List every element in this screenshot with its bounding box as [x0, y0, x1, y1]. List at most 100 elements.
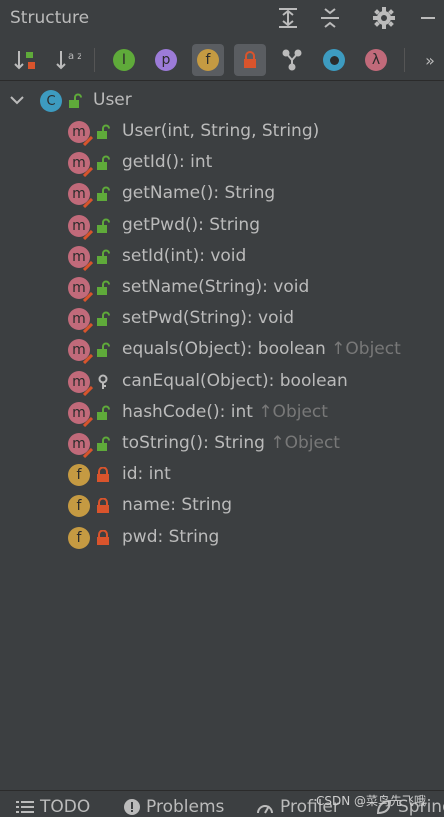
method-icon: m: [68, 308, 93, 334]
expand-all-icon[interactable]: [276, 6, 300, 30]
problems-tab-label: Problems: [146, 797, 225, 817]
method-icon: m: [68, 433, 93, 458]
tree-method-item[interactable]: m setName(String): void: [0, 273, 444, 303]
property-icon: p: [155, 49, 177, 71]
tree-label: setPwd(String): void: [122, 308, 294, 328]
method-icon: m: [68, 339, 93, 365]
public-lock-icon: [97, 186, 110, 202]
todo-tab-label: TODO: [40, 797, 91, 817]
tree-method-item[interactable]: m hashCode(): int ↑Object: [0, 398, 444, 428]
inherited-icon-letter: I: [121, 52, 127, 68]
minimize-icon[interactable]: [416, 6, 440, 30]
field-icon: f: [68, 464, 90, 487]
tree-label-text: pwd: String: [122, 526, 220, 547]
tree-field-item[interactable]: f pwd: String: [0, 523, 444, 553]
show-inherited-button[interactable]: I: [108, 44, 140, 76]
tree-method-item[interactable]: m getPwd(): String: [0, 211, 444, 241]
public-lock-icon: [97, 280, 110, 295]
tree-label-text: getName(): String: [122, 183, 276, 204]
tree-method-item[interactable]: m User(int, String, String): [0, 117, 444, 147]
tree-label-text: getId(): int: [122, 152, 213, 173]
gear-icon[interactable]: [372, 6, 396, 30]
show-hierarchy-button[interactable]: [276, 44, 308, 76]
tree-label: hashCode(): int ↑Object: [122, 402, 328, 422]
chevron-down-icon[interactable]: [8, 91, 26, 109]
field-icon: f: [197, 49, 219, 71]
inherited-from-label: ↑Object: [331, 339, 401, 360]
public-lock-icon: [97, 218, 110, 233]
structure-toolbar: a z I p f λ »: [0, 42, 444, 81]
lambda-icon: λ: [365, 49, 387, 71]
tree-field-item[interactable]: f name: String: [0, 491, 444, 521]
sort-alpha-icon: a z: [56, 51, 81, 70]
sort-by-visibility-button[interactable]: [10, 44, 42, 76]
tree-label-text: setPwd(String): void: [122, 308, 295, 329]
tree-root-user[interactable]: C User: [0, 86, 444, 116]
tree-label: getName(): String: [122, 183, 275, 203]
tree-label: getId(): int: [122, 152, 212, 172]
todo-tab[interactable]: TODO: [16, 797, 90, 817]
collapse-all-icon[interactable]: [318, 6, 342, 30]
tree-label: canEqual(Object): boolean: [122, 371, 348, 391]
tree-label: name: String: [122, 495, 232, 515]
tree-label-text: setId(int): void: [122, 245, 247, 266]
abstract-marker-icon: [83, 229, 93, 240]
anonymous-class-icon: [323, 49, 345, 71]
private-lock-icon: [97, 467, 109, 483]
tree-label-text: hashCode(): int: [122, 401, 253, 422]
class-icon: C: [40, 90, 62, 112]
abstract-marker-icon: [83, 323, 93, 334]
tree-method-item[interactable]: m canEqual(Object): boolean: [0, 367, 444, 397]
show-anonymous-button[interactable]: [318, 44, 350, 76]
tree-method-item[interactable]: m equals(Object): boolean ↑Object: [0, 335, 444, 365]
show-lambdas-button[interactable]: λ: [360, 44, 392, 76]
method-icon: m: [68, 183, 93, 209]
problems-tab[interactable]: Problems: [124, 797, 224, 817]
tree-label: getPwd(): String: [122, 215, 260, 235]
abstract-marker-icon: [83, 385, 93, 396]
field-icon-letter: f: [76, 529, 82, 546]
tree-label-text: setName(String): void: [122, 277, 310, 297]
method-icon: m: [68, 401, 93, 427]
abstract-marker-icon: [83, 292, 93, 302]
toolbar-separator: [94, 48, 95, 72]
tree-method-item[interactable]: m getId(): int: [0, 148, 444, 178]
abstract-marker-icon: [83, 260, 93, 271]
public-lock-icon: [97, 342, 110, 358]
sort-alphabetically-button[interactable]: a z: [52, 44, 84, 76]
abstract-marker-icon: [83, 198, 93, 209]
problems-icon: [124, 799, 140, 815]
tree-label-text: User(int, String, String): [122, 121, 320, 141]
tree-label-text: name: String: [122, 495, 233, 516]
sort-visibility-icon: [14, 51, 35, 70]
inherited-from-label: ↑Object: [258, 401, 328, 422]
tree-field-item[interactable]: f id: int: [0, 460, 444, 490]
watermark: CSDN @菜鸟先飞哦: [316, 794, 427, 808]
abstract-marker-icon: [83, 167, 93, 178]
anonymous-class-dot: [329, 55, 339, 65]
tree-label-text: equals(Object): boolean: [122, 339, 326, 360]
tree-method-item[interactable]: m getName(): String: [0, 179, 444, 209]
tree-method-item[interactable]: m setPwd(String): void: [0, 304, 444, 334]
method-icon: m: [68, 277, 93, 302]
protected-key-icon: [98, 374, 108, 389]
method-icon: m: [68, 121, 93, 146]
method-icon: m: [68, 370, 93, 396]
method-icon: m: [68, 214, 93, 240]
tree-label: setId(int): void: [122, 246, 246, 266]
method-icon: m: [68, 245, 93, 271]
public-lock-icon: [69, 93, 82, 108]
show-non-public-button[interactable]: [234, 44, 266, 76]
show-fields-button[interactable]: f: [192, 44, 224, 76]
private-lock-icon: [97, 529, 109, 545]
property-icon-letter: p: [161, 52, 171, 68]
tree-label: pwd: String: [122, 527, 219, 547]
tree-method-item[interactable]: m setId(int): void: [0, 242, 444, 272]
tree-label-text: canEqual(Object): boolean: [122, 370, 348, 391]
method-icon: m: [68, 152, 93, 178]
show-properties-button[interactable]: p: [150, 44, 182, 76]
more-actions-button[interactable]: »: [418, 44, 442, 76]
tree-method-item[interactable]: m toString(): String ↑Object: [0, 429, 444, 459]
inherited-icon: I: [113, 49, 135, 71]
public-lock-icon: [97, 249, 110, 264]
